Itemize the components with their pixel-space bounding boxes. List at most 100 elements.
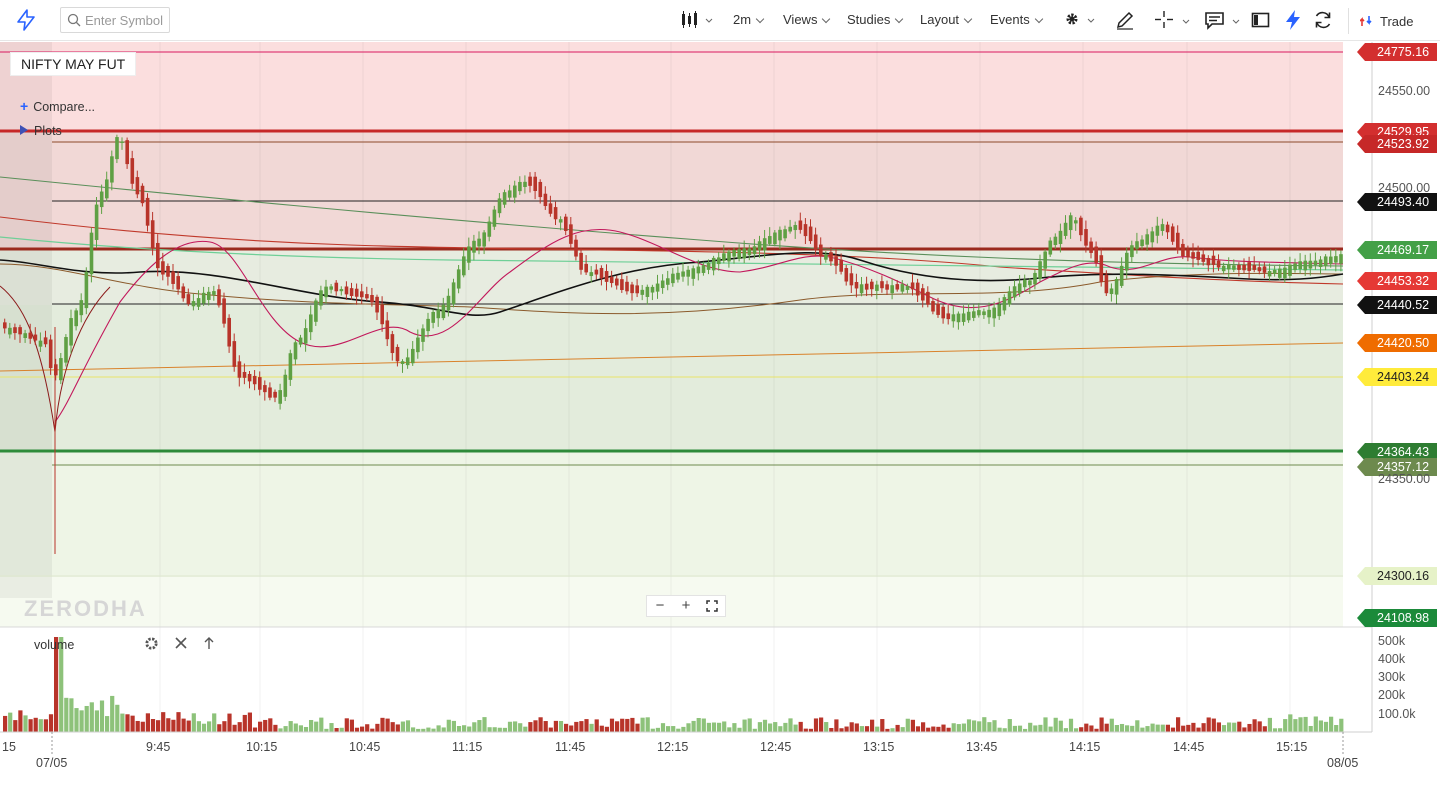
volume-bar[interactable] [1017, 725, 1023, 732]
volume-bar[interactable] [513, 721, 518, 732]
volume-bar[interactable] [1252, 719, 1257, 732]
volume-bar[interactable] [135, 720, 140, 732]
volume-bar[interactable] [834, 719, 839, 732]
volume-bar[interactable] [819, 717, 824, 732]
candle-up[interactable] [64, 334, 68, 367]
volume-bar[interactable] [630, 717, 635, 732]
volume-bar[interactable] [706, 722, 711, 732]
volume-bar[interactable] [482, 717, 487, 732]
volume-bar[interactable] [171, 719, 176, 732]
price-level-tag[interactable]: 24108.98 [1356, 609, 1438, 627]
volume-bar[interactable] [334, 728, 339, 732]
refresh-button[interactable] [1313, 10, 1333, 35]
volume-bar[interactable] [900, 727, 905, 732]
volume-bar[interactable] [456, 726, 462, 732]
volume-bar[interactable] [258, 721, 263, 732]
volume-bar[interactable] [69, 698, 74, 732]
volume-bar[interactable] [574, 721, 579, 732]
zerodha-kite-logo-icon[interactable] [14, 8, 38, 32]
volume-bar[interactable] [1186, 724, 1191, 732]
volume-bar[interactable] [1079, 727, 1084, 732]
volume-bar[interactable] [390, 722, 395, 732]
price-level-tag[interactable]: 24403.24 [1356, 368, 1438, 386]
volume-bar[interactable] [569, 725, 574, 732]
candle-up[interactable] [115, 134, 119, 164]
volume-bar[interactable] [977, 721, 982, 732]
draw-button[interactable] [1115, 10, 1135, 35]
volume-bar[interactable] [803, 728, 808, 732]
volume-bar[interactable] [921, 722, 926, 732]
volume-bar[interactable] [594, 719, 599, 732]
volume-bar[interactable] [951, 723, 956, 732]
volume-bar[interactable] [829, 727, 834, 732]
price-level-tag[interactable]: 24440.52 [1356, 296, 1438, 314]
volume-bar[interactable] [1012, 725, 1017, 732]
volume-bar[interactable] [696, 718, 701, 732]
candle-down[interactable] [1170, 223, 1175, 245]
volume-bar[interactable] [74, 708, 79, 732]
volume-bar[interactable] [1140, 727, 1145, 732]
studies-dropdown[interactable]: Studies [847, 12, 904, 27]
volume-bar[interactable] [880, 719, 885, 732]
volume-bar[interactable] [533, 720, 538, 732]
volume-bar[interactable] [1211, 718, 1216, 732]
volume-bar[interactable] [813, 718, 819, 732]
volume-bar[interactable] [1313, 716, 1318, 732]
volume-bar[interactable] [140, 721, 145, 732]
volume-bar[interactable] [1109, 718, 1114, 732]
volume-bar[interactable] [788, 718, 793, 732]
trade-button[interactable]: Trade [1359, 14, 1413, 29]
settings-button[interactable] [1063, 10, 1095, 35]
volume-settings-button[interactable] [144, 636, 159, 655]
volume-bar[interactable] [686, 723, 691, 732]
volume-bar[interactable] [1007, 719, 1012, 732]
volume-bar[interactable] [671, 726, 676, 732]
volume-bar[interactable] [711, 722, 717, 732]
volume-bar[interactable] [961, 723, 966, 732]
volume-bar[interactable] [553, 720, 558, 732]
volume-bar[interactable] [125, 714, 130, 732]
volume-bar[interactable] [1298, 717, 1303, 732]
volume-bar[interactable] [283, 726, 288, 732]
volume-bar[interactable] [1181, 725, 1186, 732]
volume-bar[interactable] [660, 723, 666, 732]
volume-bar[interactable] [1329, 716, 1334, 732]
volume-bar[interactable] [263, 719, 268, 732]
volume-bar[interactable] [1033, 725, 1038, 732]
volume-bar[interactable] [956, 724, 961, 732]
volume-bar[interactable] [747, 718, 752, 732]
volume-bar[interactable] [1318, 720, 1323, 732]
volume-bar[interactable] [727, 727, 732, 732]
volume-bar[interactable] [854, 723, 859, 732]
volume-bar[interactable] [1145, 726, 1150, 732]
price-level-tag[interactable]: 24469.17 [1356, 241, 1438, 259]
candle-down[interactable] [140, 183, 145, 207]
volume-bar[interactable] [722, 721, 727, 732]
volume-bar[interactable] [477, 720, 482, 732]
volume-bar[interactable] [186, 720, 191, 732]
volume-bar[interactable] [64, 697, 69, 732]
volume-bar[interactable] [875, 726, 880, 732]
volume-bar[interactable] [33, 717, 38, 732]
volume-bar[interactable] [288, 721, 293, 732]
volume-bar[interactable] [1089, 725, 1094, 732]
volume-bar[interactable] [783, 722, 788, 732]
volume-bar[interactable] [1058, 720, 1063, 732]
volume-bar[interactable] [972, 720, 977, 732]
volume-bar[interactable] [201, 723, 207, 732]
volume-bar[interactable] [38, 719, 43, 732]
volume-bar[interactable] [497, 727, 502, 732]
volume-bar[interactable] [548, 727, 553, 732]
volume-bar[interactable] [268, 718, 273, 732]
volume-bar[interactable] [1293, 719, 1298, 732]
zoom-out-button[interactable]: − [647, 596, 673, 616]
search-input[interactable] [85, 11, 167, 29]
volume-bar[interactable] [237, 722, 242, 732]
volume-bar[interactable] [130, 715, 135, 732]
volume-bar[interactable] [864, 726, 870, 732]
volume-bar[interactable] [1104, 723, 1109, 732]
volume-bar[interactable] [405, 720, 411, 732]
chart-type-button[interactable] [680, 11, 714, 34]
crosshair-button[interactable] [1155, 10, 1191, 35]
volume-bar[interactable] [558, 720, 564, 732]
